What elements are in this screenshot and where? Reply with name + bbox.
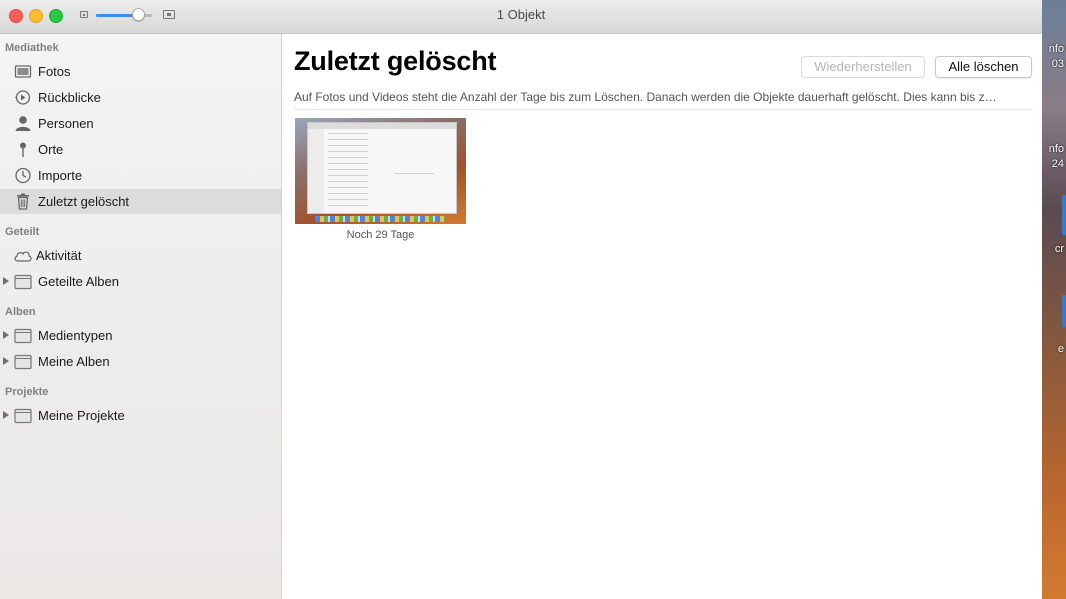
photos-window: 1 Objekt Mediathek Fotos Rückblicke Pers…	[0, 0, 1042, 599]
sidebar-item-label: Aktivität	[36, 248, 82, 263]
places-pin-icon	[14, 141, 32, 158]
sidebar-item-label: Geteilte Alben	[38, 274, 119, 289]
restore-button[interactable]: Wiederherstellen	[801, 56, 925, 78]
desktop-background: nfo 03 nfo 24 cr e	[1042, 0, 1066, 599]
disclosure-triangle-icon[interactable]	[3, 357, 9, 365]
desktop-text-fragment: e	[1057, 343, 1064, 355]
section-heading-mediathek: Mediathek	[5, 42, 59, 54]
sidebar-item-medientypen[interactable]: Medientypen	[0, 323, 281, 348]
folder-icon	[14, 273, 32, 290]
sidebar-item-geteilte-alben[interactable]: Geteilte Alben	[0, 269, 281, 294]
folder-icon	[14, 327, 32, 344]
sidebar-item-label: Rückblicke	[38, 90, 101, 105]
desktop-window-edge	[1062, 195, 1066, 235]
desktop-text-fragment: cr	[1054, 243, 1064, 255]
clock-icon	[14, 167, 32, 184]
deletion-info-text: Auf Fotos und Videos steht die Anzahl de…	[294, 90, 997, 104]
disclosure-triangle-icon[interactable]	[3, 411, 9, 419]
sidebar-item-label: Personen	[38, 116, 94, 131]
section-heading-geteilt: Geteilt	[5, 226, 40, 238]
photo-thumbnail[interactable]	[295, 118, 466, 224]
sidebar-item-label: Medientypen	[38, 328, 113, 343]
title-bar: 1 Objekt	[0, 0, 1042, 34]
thumbnail-dock	[315, 216, 445, 222]
section-heading-alben: Alben	[5, 306, 36, 318]
desktop-text-fragment: 03	[1051, 58, 1064, 70]
days-remaining-caption: Noch 29 Tage	[346, 229, 415, 241]
sidebar-item-zuletzt-geloescht[interactable]: Zuletzt gelöscht	[0, 189, 281, 214]
photos-icon	[14, 63, 32, 80]
page-title: Zuletzt gelöscht	[294, 46, 497, 76]
sidebar-item-fotos[interactable]: Fotos	[0, 59, 281, 84]
sidebar-item-label: Meine Alben	[38, 354, 110, 369]
sidebar: Mediathek Fotos Rückblicke Personen Orte	[0, 34, 282, 599]
main-content: Zuletzt gelöscht Wiederherstellen Alle l…	[282, 34, 1042, 599]
disclosure-triangle-icon[interactable]	[3, 331, 9, 339]
memories-icon	[14, 89, 32, 106]
desktop-text-fragment: nfo	[1048, 43, 1064, 55]
section-heading-projekte: Projekte	[5, 386, 49, 398]
sidebar-item-label: Meine Projekte	[38, 408, 125, 423]
cloud-icon	[13, 247, 32, 264]
desktop-text-fragment: nfo	[1048, 143, 1064, 155]
sidebar-item-rueckblicke[interactable]: Rückblicke	[0, 85, 281, 110]
sidebar-item-importe[interactable]: Importe	[0, 163, 281, 188]
sidebar-item-meine-alben[interactable]: Meine Alben	[0, 349, 281, 374]
sidebar-item-orte[interactable]: Orte	[0, 137, 281, 162]
desktop-text-fragment: 24	[1051, 158, 1064, 170]
people-icon	[14, 115, 32, 132]
sidebar-item-label: Orte	[38, 142, 64, 157]
thumbnail-screenshot-content	[307, 122, 457, 214]
folder-icon	[14, 353, 32, 370]
window-title: 1 Objekt	[496, 7, 546, 22]
sidebar-item-label: Fotos	[38, 64, 71, 79]
trash-icon	[14, 193, 32, 210]
disclosure-triangle-icon[interactable]	[3, 277, 9, 285]
sidebar-item-aktivitaet[interactable]: Aktivität	[0, 243, 281, 268]
sidebar-item-label: Zuletzt gelöscht	[38, 194, 130, 209]
folder-icon	[14, 407, 32, 424]
sidebar-item-meine-projekte[interactable]: Meine Projekte	[0, 403, 281, 428]
desktop-window-edge	[1062, 295, 1066, 327]
divider	[294, 109, 1032, 110]
sidebar-item-label: Importe	[38, 168, 83, 183]
sidebar-item-personen[interactable]: Personen	[0, 111, 281, 136]
delete-all-button[interactable]: Alle löschen	[935, 56, 1032, 78]
